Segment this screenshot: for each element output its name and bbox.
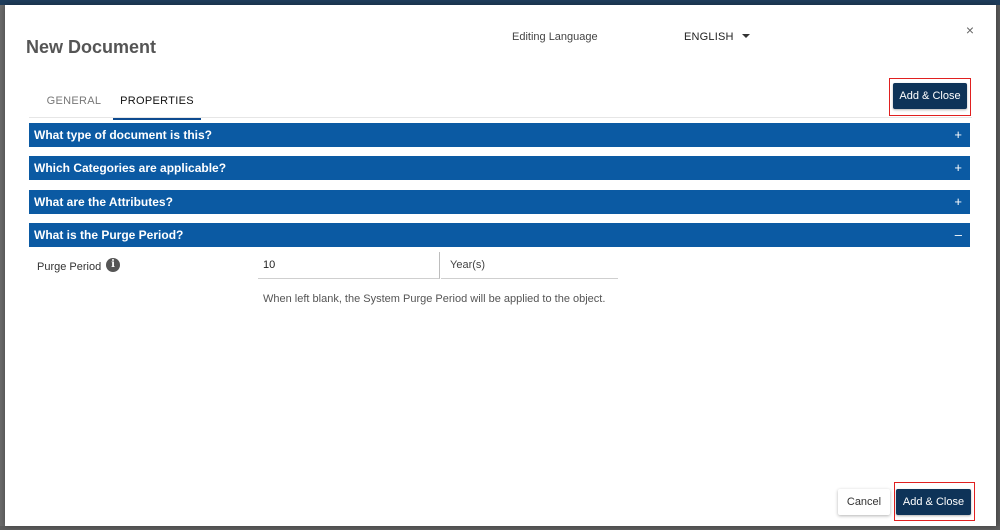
cancel-button[interactable]: Cancel: [838, 489, 890, 515]
section-title: What is the Purge Period?: [34, 228, 184, 242]
plus-icon: +: [954, 127, 962, 142]
language-select[interactable]: ENGLISH: [684, 27, 754, 45]
caret-down-icon: [742, 34, 750, 38]
close-icon[interactable]: ×: [963, 23, 977, 37]
section-document-type[interactable]: What type of document is this? +: [29, 123, 970, 147]
section-purge-period[interactable]: What is the Purge Period? –: [29, 223, 970, 247]
plus-icon: +: [954, 194, 962, 209]
add-close-button-bottom[interactable]: Add & Close: [896, 489, 971, 515]
purge-period-input[interactable]: [258, 252, 440, 279]
section-categories[interactable]: Which Categories are applicable? +: [29, 156, 970, 180]
add-close-button-top[interactable]: Add & Close: [893, 83, 967, 109]
dialog-title: New Document: [26, 37, 157, 57]
purge-period-unit: Year(s): [441, 252, 618, 279]
tab-properties[interactable]: PROPERTIES: [113, 90, 201, 120]
plus-icon: +: [954, 160, 962, 175]
tab-divider: [29, 117, 972, 118]
background-bottom-strip: [0, 526, 1000, 530]
section-title: Which Categories are applicable?: [34, 161, 227, 175]
tab-general[interactable]: GENERAL: [29, 90, 119, 118]
minus-icon: –: [954, 227, 962, 242]
editing-language-label: Editing Language: [512, 31, 598, 43]
section-title: What type of document is this?: [34, 128, 213, 142]
section-title: What are the Attributes?: [34, 195, 173, 209]
info-icon[interactable]: i: [106, 258, 120, 272]
purge-period-helper-text: When left blank, the System Purge Period…: [263, 293, 606, 305]
new-document-dialog: New Document Editing Language ENGLISH × …: [5, 5, 996, 526]
purge-period-label: Purge Period: [37, 261, 102, 273]
section-attributes[interactable]: What are the Attributes? +: [29, 190, 970, 214]
language-select-value: ENGLISH: [684, 31, 734, 43]
